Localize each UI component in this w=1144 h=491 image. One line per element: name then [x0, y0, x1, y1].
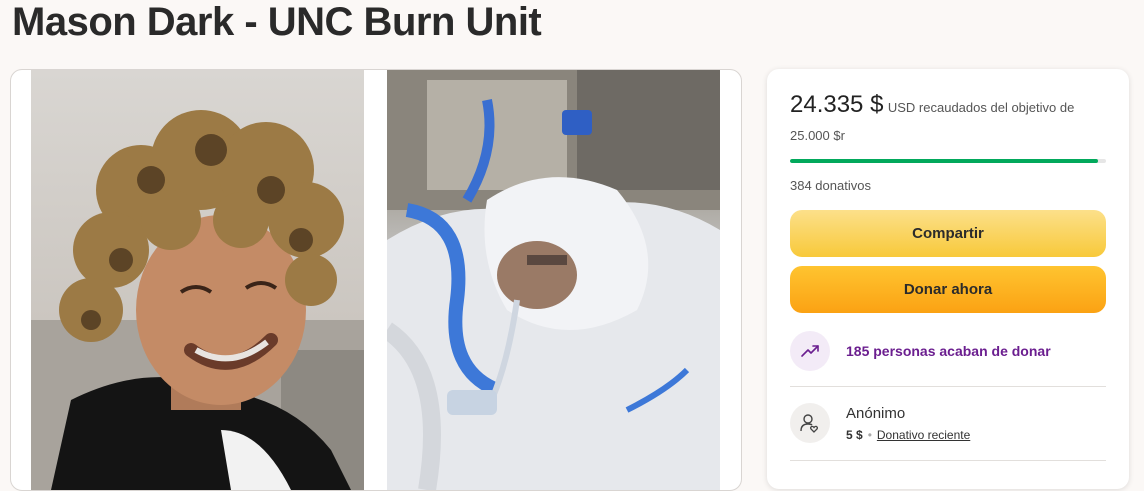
- recent-activity[interactable]: 185 personas acaban de donar: [790, 331, 1106, 371]
- raised-summary: 24.335 $ USD recaudados del objetivo de …: [790, 91, 1110, 150]
- donor-amount: 5 $: [846, 428, 863, 442]
- donor-name: Anónimo: [846, 405, 906, 422]
- trending-up-icon: [790, 331, 830, 371]
- page-title: Mason Dark - UNC Burn Unit: [12, 0, 542, 44]
- divider: [790, 460, 1106, 461]
- photo-hospital-bed: [387, 70, 720, 490]
- progress-bar: [790, 159, 1106, 163]
- user-heart-icon: [790, 403, 830, 443]
- progress-fill: [790, 159, 1098, 163]
- recent-activity-text: 185 personas acaban de donar: [846, 343, 1051, 359]
- donation-card: 24.335 $ USD recaudados del objetivo de …: [767, 69, 1129, 489]
- share-button[interactable]: Compartir: [790, 210, 1106, 257]
- campaign-media[interactable]: [10, 69, 742, 491]
- recent-donation-link[interactable]: Donativo reciente: [877, 428, 970, 442]
- divider: [790, 386, 1106, 387]
- photo-boy-portrait: [31, 70, 364, 490]
- recent-donation-item: Anónimo 5 $ • Donativo reciente: [790, 403, 1106, 449]
- donations-count: 384 donativos: [790, 178, 871, 193]
- donate-now-button[interactable]: Donar ahora: [790, 266, 1106, 313]
- raised-amount: 24.335 $: [790, 91, 884, 118]
- separator-dot: •: [867, 428, 872, 442]
